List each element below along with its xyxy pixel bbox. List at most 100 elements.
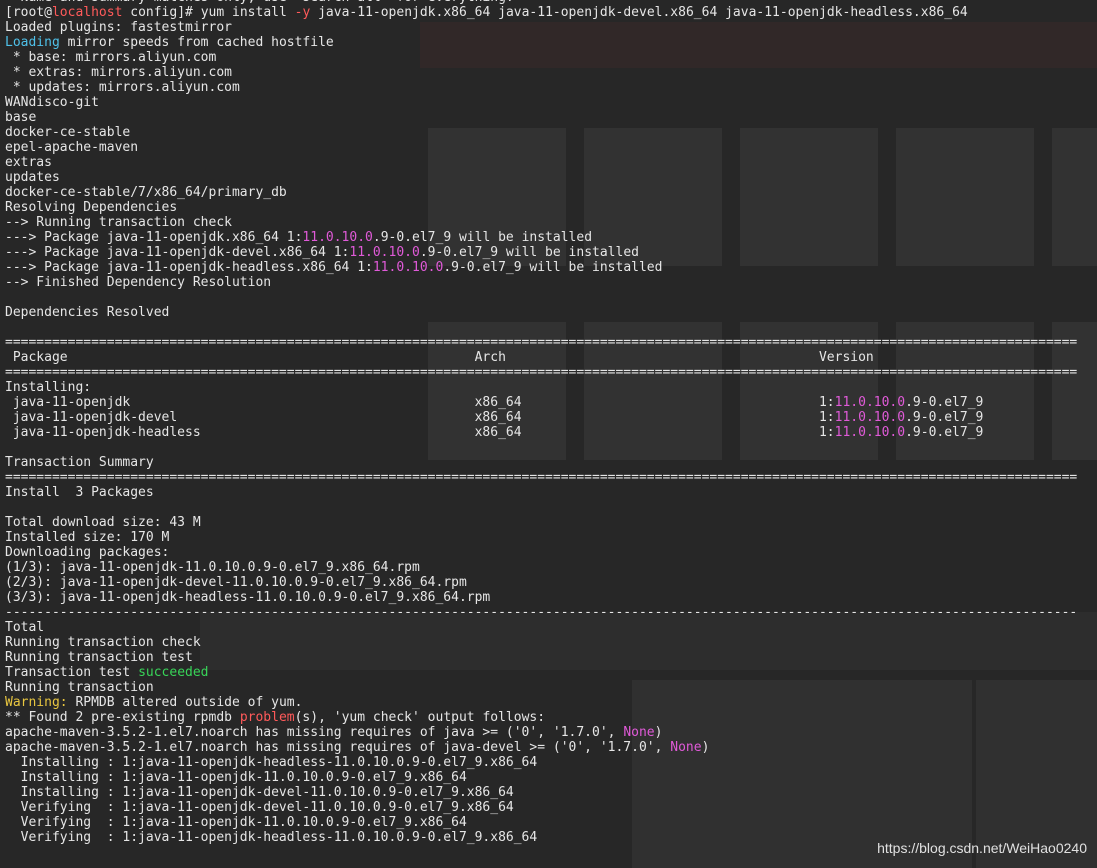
terminal-line: ** Found 2 pre-existing rpmdb problem(s)… (5, 710, 1097, 725)
terminal-line: Loaded plugins: fastestmirror (5, 20, 1097, 35)
version-highlight: 11.0.10.0 (834, 425, 906, 440)
prompt-host: localhost (51, 5, 123, 20)
terminal-line: Installing : 1:java-11-openjdk-devel-11.… (5, 785, 1097, 800)
version-highlight: 11.0.10.0 (372, 260, 444, 275)
prompt-at: @ (44, 5, 52, 20)
line-text: epel-apache-maven (5, 140, 139, 155)
line-text: .9-0.el7_9 (905, 425, 984, 440)
line-text: java-11-openjdk-headless x86_64 1: (5, 425, 835, 440)
line-text: .9-0.el7_9 will be installed (443, 260, 663, 275)
line-text: ========================================… (5, 335, 1078, 350)
terminal-line: Installing : 1:java-11-openjdk-11.0.10.0… (5, 770, 1097, 785)
terminal-line: Verifying : 1:java-11-openjdk-11.0.10.0.… (5, 815, 1097, 830)
terminal-line: ========================================… (5, 470, 1097, 485)
line-text: * updates: mirrors.aliyun.com (5, 80, 240, 95)
prompt-symbol: ]# (177, 5, 201, 20)
line-text: * extras: mirrors.aliyun.com (5, 65, 232, 80)
line-text: (1/3): java-11-openjdk-11.0.10.0.9-0.el7… (5, 560, 420, 575)
version-highlight: 11.0.10.0 (834, 395, 906, 410)
terminal-line: Warning: RPMDB altered outside of yum. (5, 695, 1097, 710)
line-text: Package Arch Version (5, 350, 874, 365)
line-text: ========================================… (5, 365, 1078, 380)
terminal-line: Install 3 Packages (5, 485, 1097, 500)
terminal-line: ========================================… (5, 335, 1097, 350)
warning-keyword: Warning: (5, 695, 68, 710)
version-highlight: 11.0.10.0 (349, 245, 420, 260)
line-text: Downloading packages: (5, 545, 170, 560)
line-text: Dependencies Resolved (5, 305, 170, 320)
terminal-line: java-11-openjdk-devel x86_64 1:11.0.10.0… (5, 410, 1097, 425)
line-text: ) (654, 725, 663, 740)
prompt-bracket: [ (5, 5, 13, 20)
terminal-line: (2/3): java-11-openjdk-devel-11.0.10.0.9… (5, 575, 1097, 590)
line-text: Transaction Summary (5, 455, 154, 470)
line-text: Installing : 1:java-11-openjdk-devel-11.… (5, 785, 514, 800)
none-keyword: None (670, 740, 702, 755)
terminal-line: Downloading packages: (5, 545, 1097, 560)
terminal-line: docker-ce-stable (5, 125, 1097, 140)
terminal-line: Installed size: 170 M (5, 530, 1097, 545)
terminal-line: Total download size: 43 M (5, 515, 1097, 530)
none-keyword: None (623, 725, 655, 740)
terminal-output[interactable]: Name and summary matches only, use "sear… (0, 0, 1097, 845)
line-text: (3/3): java-11-openjdk-headless-11.0.10.… (5, 590, 491, 605)
line-text: ========================================… (5, 470, 1078, 485)
problem-keyword: problem (239, 710, 295, 725)
terminal-line: docker-ce-stable/7/x86_64/primary_db (5, 185, 1097, 200)
line-text: * base: mirrors.aliyun.com (5, 50, 217, 65)
terminal-line: extras (5, 155, 1097, 170)
terminal-line: ---> Package java-11-openjdk-devel.x86_6… (5, 245, 1097, 260)
terminal-line: * base: mirrors.aliyun.com (5, 50, 1097, 65)
line-text: Resolving Dependencies (5, 200, 178, 215)
line-text: apache-maven-3.5.2-1.el7.noarch has miss… (5, 725, 624, 740)
command-text: yum install (200, 5, 295, 20)
terminal-line: ---> Package java-11-openjdk-headless.x8… (5, 260, 1097, 275)
terminal-line: Running transaction test (5, 650, 1097, 665)
line-text: ---> Package java-11-openjdk-devel.x86_6… (5, 245, 350, 260)
line-text: Verifying : 1:java-11-openjdk-11.0.10.0.… (5, 815, 467, 830)
terminal-line: epel-apache-maven (5, 140, 1097, 155)
line-text: Total download size: 43 M (5, 515, 201, 530)
line-text: ---> Package java-11-openjdk.x86_64 1: (5, 230, 303, 245)
line-text: .9-0.el7_9 will be installed (419, 245, 639, 260)
line-text: (s), 'yum check' output follows: (294, 710, 546, 725)
terminal-line: --> Running transaction check (5, 215, 1097, 230)
terminal-line: Running transaction check (5, 635, 1097, 650)
line-text: .9-0.el7_9 (905, 395, 984, 410)
terminal-line: apache-maven-3.5.2-1.el7.noarch has miss… (5, 725, 1097, 740)
line-text: Transaction test (5, 665, 139, 680)
terminal-line: Running transaction (5, 680, 1097, 695)
terminal-line: --> Finished Dependency Resolution (5, 275, 1097, 290)
line-text: RPMDB altered outside of yum. (67, 695, 303, 710)
terminal-line: Transaction Summary (5, 455, 1097, 470)
line-text: ** Found 2 pre-existing rpmdb (5, 710, 240, 725)
line-text: ----------------------------------------… (5, 605, 1078, 620)
prompt-dir: config (130, 5, 178, 20)
terminal-line: * updates: mirrors.aliyun.com (5, 80, 1097, 95)
line-text: extras (5, 155, 52, 170)
version-highlight: 11.0.10.0 (834, 410, 906, 425)
version-highlight: 11.0.10.0 (302, 230, 373, 245)
terminal-line: java-11-openjdk x86_64 1:11.0.10.0.9-0.e… (5, 395, 1097, 410)
terminal-line: Transaction test succeeded (5, 665, 1097, 680)
terminal-line: apache-maven-3.5.2-1.el7.noarch has miss… (5, 740, 1097, 755)
line-text: Loaded plugins: fastestmirror (5, 20, 232, 35)
line-text: Installing : 1:java-11-openjdk-headless-… (5, 755, 538, 770)
terminal-line: (3/3): java-11-openjdk-headless-11.0.10.… (5, 590, 1097, 605)
terminal-line: updates (5, 170, 1097, 185)
terminal-line: (1/3): java-11-openjdk-11.0.10.0.9-0.el7… (5, 560, 1097, 575)
terminal-line: * extras: mirrors.aliyun.com (5, 65, 1097, 80)
line-text: Install 3 Packages (5, 485, 154, 500)
line-text: Installing: (5, 380, 92, 395)
line-text: java-11-openjdk x86_64 1: (5, 395, 835, 410)
line-text: Installed size: 170 M (5, 530, 170, 545)
terminal-line: Loading mirror speeds from cached hostfi… (5, 35, 1097, 50)
terminal-line: ========================================… (5, 365, 1097, 380)
line-text: Running transaction (5, 680, 154, 695)
line-text: WANdisco-git (5, 95, 99, 110)
line-text: ) (701, 740, 710, 755)
terminal-line: java-11-openjdk-headless x86_64 1:11.0.1… (5, 425, 1097, 440)
line-text: Total (5, 620, 45, 635)
